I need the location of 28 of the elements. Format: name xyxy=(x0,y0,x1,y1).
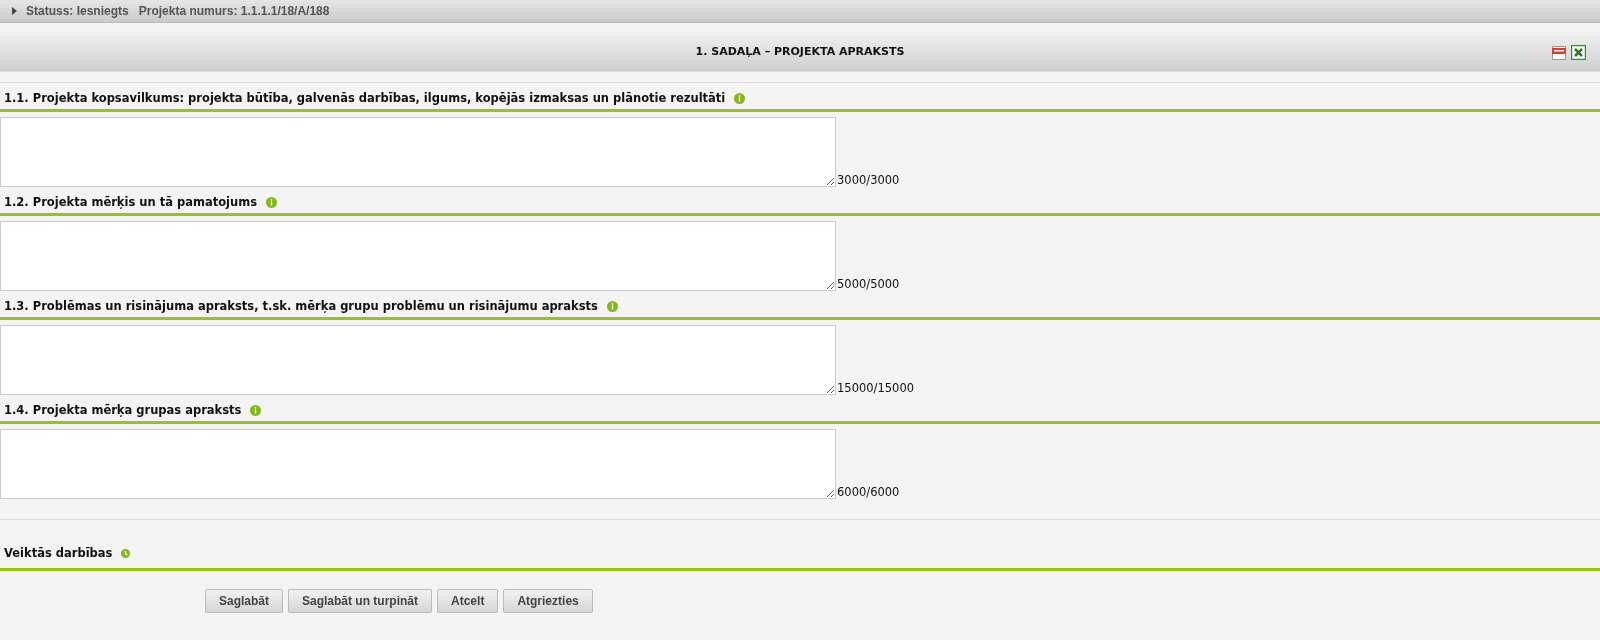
spreadsheet-icon[interactable] xyxy=(1571,45,1586,60)
clock-icon[interactable] xyxy=(121,548,131,558)
character-counter: 6000/6000 xyxy=(837,485,900,499)
field-label: 1.1. Projekta kopsavilkums: projekta būtība, galvenās darbības, ilgums, kopējās izmaksas un plānotie rezultāti xyxy=(4,91,726,105)
pdf-icon[interactable] xyxy=(1552,45,1566,60)
field-label: 1.3. Problēmas un risinājuma apraksts, t.sk. mērķa grupu problēmu un risinājumu apraksts xyxy=(4,299,598,313)
text-area[interactable] xyxy=(0,117,836,187)
info-icon[interactable] xyxy=(250,404,262,416)
expand-icon[interactable] xyxy=(10,7,18,15)
action-button[interactable]: Saglabāt xyxy=(205,589,283,613)
text-area[interactable] xyxy=(0,429,836,499)
action-button[interactable]: Atcelt xyxy=(437,589,499,613)
text-area[interactable] xyxy=(0,325,836,395)
character-counter: 3000/3000 xyxy=(837,173,900,187)
info-icon[interactable] xyxy=(606,300,618,312)
info-icon[interactable] xyxy=(266,196,278,208)
info-icon[interactable] xyxy=(734,92,746,104)
character-counter: 5000/5000 xyxy=(837,277,900,291)
project-number: Projekta numurs: 1.1.1.1/18/A/188 xyxy=(138,4,330,18)
action-button[interactable]: Saglabāt un turpināt xyxy=(288,589,433,613)
text-area[interactable] xyxy=(0,221,836,291)
history-label: Veiktās darbības xyxy=(4,546,113,560)
field-label: 1.2. Projekta mērķis un tā pamatojums xyxy=(4,195,258,209)
character-counter: 15000/15000 xyxy=(837,381,915,395)
status-text: Statuss: Iesniegts xyxy=(26,4,129,18)
field-label: 1.4. Projekta mērķa grupas apraksts xyxy=(4,403,242,417)
action-button[interactable]: Atgriezties xyxy=(503,589,593,613)
section-title: 1. SADAĻA – PROJEKTA APRAKSTS xyxy=(695,44,905,58)
